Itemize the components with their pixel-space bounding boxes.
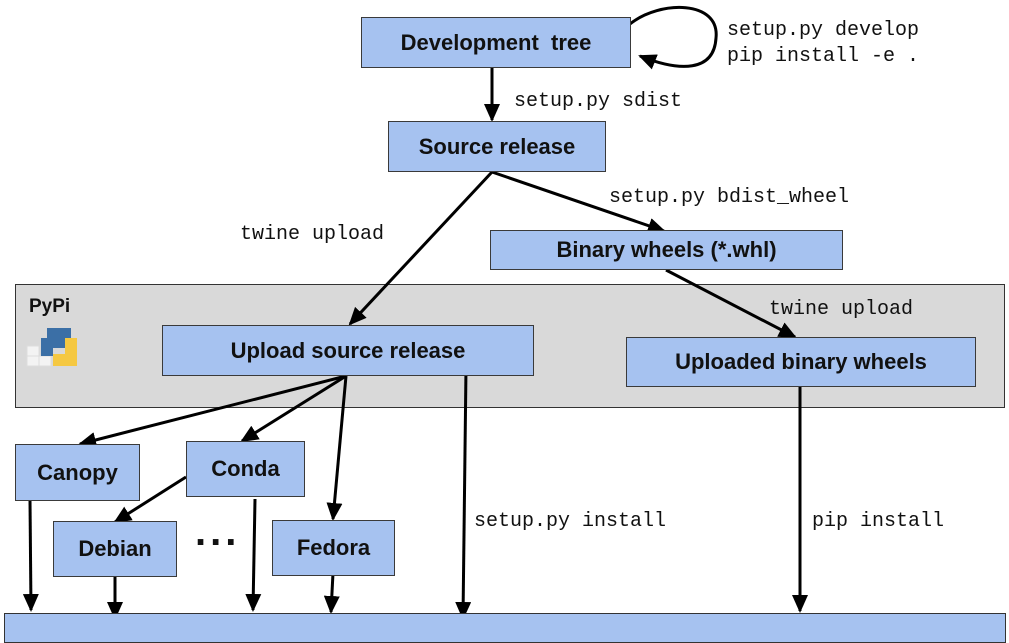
arrow-fedora-down	[323, 572, 340, 614]
arrow-twine-upload-source	[348, 170, 494, 326]
ellipsis: ...	[195, 510, 241, 554]
arrow-canopy-down	[22, 499, 39, 612]
label-sdist: setup.py sdist	[514, 90, 683, 113]
arrow-develop-loop	[629, 6, 718, 70]
label-twine-upload-source: twine upload	[240, 223, 385, 246]
label-develop: setup.py develop pip install -e .	[727, 19, 920, 68]
node-source-release: Source release	[388, 121, 606, 172]
node-development-tree: Development tree	[361, 17, 631, 68]
node-binary-wheels: Binary wheels (*.whl)	[490, 230, 843, 270]
node-installed	[4, 613, 1006, 643]
label-setup-install: setup.py install	[474, 510, 667, 533]
label-bdist-wheel: setup.py bdist_wheel	[609, 186, 850, 209]
arrow-setup-install	[455, 367, 472, 620]
node-fedora: Fedora	[272, 520, 395, 576]
label-pip-install: pip install	[812, 510, 945, 533]
arrow-to-canopy	[78, 374, 347, 448]
arrow-to-fedora	[326, 375, 348, 521]
node-debian: Debian	[53, 521, 177, 577]
node-upload-source-release: Upload source release	[162, 325, 534, 376]
node-uploaded-binary-wheels: Uploaded binary wheels	[626, 337, 976, 387]
node-conda: Conda	[186, 441, 305, 497]
arrow-conda-down	[245, 498, 262, 612]
label-twine-upload-wheels: twine upload	[769, 298, 914, 321]
arrow-to-conda	[240, 374, 347, 443]
node-canopy: Canopy	[15, 444, 140, 501]
